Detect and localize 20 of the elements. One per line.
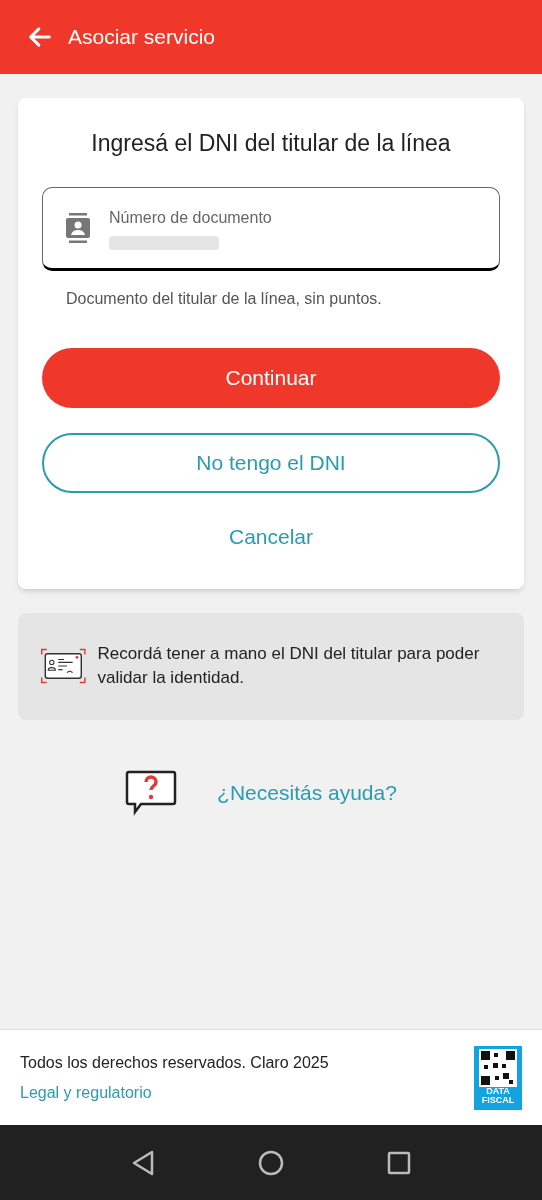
help-bubble-icon — [125, 769, 178, 816]
card-title: Ingresá el DNI del titular de la línea — [91, 129, 451, 158]
no-dni-button[interactable]: No tengo el DNI — [42, 432, 500, 493]
badge-text: DATA FISCAL — [480, 1086, 516, 1105]
notice-text: Recordá tener a mano el DNI del titular para poder validar la identidad. — [97, 643, 481, 689]
cancel-button[interactable]: Cancelar — [212, 516, 329, 557]
contact-card-icon — [65, 211, 91, 244]
help-link[interactable]: ¿Necesitás ayuda? — [217, 776, 397, 809]
helper-text: Documento del titular de la línea, sin puntos. — [65, 288, 382, 309]
document-field[interactable]: Número de documento — [42, 186, 500, 271]
qr-code-icon — [479, 1048, 517, 1087]
recents-icon[interactable] — [386, 1150, 411, 1175]
field-label: Número de documento — [109, 207, 272, 228]
copyright-text: Todos los derechos reservados. Claro 2025 — [20, 1052, 329, 1073]
screen-title: Asociar servicio — [68, 24, 216, 51]
continue-button[interactable]: Continuar — [42, 347, 500, 408]
home-icon[interactable] — [258, 1149, 284, 1176]
legal-link[interactable]: Legal y regulatorio — [20, 1080, 329, 1105]
data-fiscal-badge[interactable]: DATA FISCAL — [474, 1045, 522, 1110]
back-icon[interactable] — [131, 1149, 156, 1176]
